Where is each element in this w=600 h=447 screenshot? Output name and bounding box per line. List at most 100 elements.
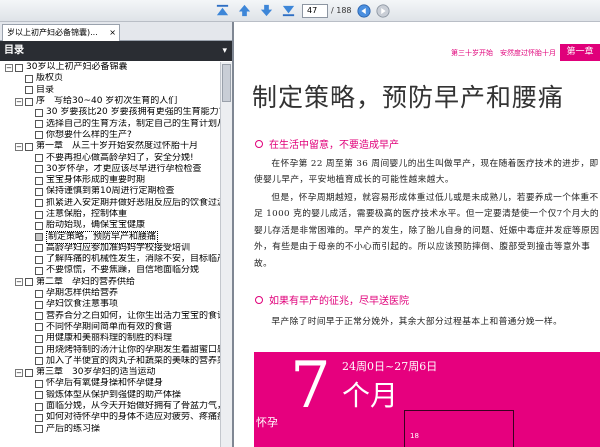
outline-item-label: 不要惊慌，不要焦躁，自信地面临分娩	[46, 265, 200, 276]
outline-checkbox[interactable]	[25, 97, 33, 106]
document-view: 第三十岁开始 安然度过怀胎十月 第一章 制定策略，预防早产和腰痛 在生活中留意，…	[236, 22, 600, 447]
outline-checkbox[interactable]	[35, 402, 43, 411]
outline-item[interactable]: 了解阵痛的机械性发生，消除不安，目标临产	[0, 254, 222, 265]
scrollbar-thumb[interactable]	[222, 64, 231, 102]
last-page-button[interactable]	[280, 2, 297, 19]
outline-checkbox[interactable]	[35, 323, 43, 332]
previous-page-button[interactable]	[236, 2, 253, 19]
outline-checkbox[interactable]	[25, 74, 33, 83]
panel-menu-icon[interactable]: ▾	[222, 41, 227, 61]
outline-item[interactable]: − 第二章 孕妇的营养供给	[0, 277, 222, 288]
outline-checkbox[interactable]	[35, 255, 43, 264]
outline-checkbox[interactable]	[35, 289, 43, 298]
outline-checkbox[interactable]	[35, 425, 43, 434]
outline-checkbox[interactable]	[35, 300, 43, 309]
outline-item[interactable]: 面临分娩，从今天开始做好拥有了骨盆力气，分	[0, 401, 222, 412]
go-forward-button[interactable]	[375, 3, 390, 18]
outline-checkbox[interactable]	[15, 63, 23, 72]
outline-item[interactable]: 宝宝身体形成的重要时期	[0, 175, 222, 186]
outline-panel: 岁以上初产妇必备锦囊)... × 目录 ▾ −30岁以上初产妇必备锦囊 版权页 目录…	[0, 22, 234, 447]
outline-item[interactable]: 怀孕后有氧健身操和怀孕健身	[0, 378, 222, 389]
outline-checkbox[interactable]	[35, 199, 43, 208]
collapse-toggle-icon[interactable]: −	[15, 368, 23, 377]
outline-checkbox[interactable]	[35, 379, 43, 388]
page-number-input[interactable]: 47	[302, 3, 328, 18]
outline-item[interactable]: 用烧烤特制的汤汁让你的孕期发生着甜蜜口感的料	[0, 344, 222, 355]
outline-item[interactable]: 加入了半便宜的肉丸子和蔬菜的美味的营养菜谱	[0, 356, 222, 367]
collapse-toggle-icon[interactable]: −	[5, 63, 13, 72]
outline-item-label: 制定策略，预防早产和腰痛	[46, 230, 159, 244]
outline-item[interactable]: 30 岁要孩比20 岁要孩拥有更强的生育能力?	[0, 107, 222, 118]
last-page-icon	[282, 5, 295, 17]
outline-checkbox[interactable]	[35, 334, 43, 343]
outline-item[interactable]: 目录	[0, 85, 222, 96]
outline-item[interactable]: 抓紧进入安定期并做好恶阻反应后的饮食过渡	[0, 198, 222, 209]
outline-item[interactable]: 选择自己的生育方法，制定自己的生育计划从了	[0, 118, 222, 129]
outline-item-label: 第三章 30岁孕妇的适当运动	[36, 367, 156, 378]
outline-item[interactable]: 不要惊慌，不要焦躁，自信地面临分娩	[0, 265, 222, 276]
outline-tree: − 30岁以上初产妇必备锦囊 版权页 目录 − 序 写给30~40 岁初次生育的人们 30 …	[0, 62, 222, 447]
outline-item[interactable]: 锻炼体型从保护到强健的助产体操	[0, 390, 222, 401]
outline-checkbox[interactable]	[35, 266, 43, 275]
outline-checkbox[interactable]	[35, 176, 43, 185]
outline-item[interactable]: 不同怀孕期间简单而有效的食谱	[0, 322, 222, 333]
outline-item[interactable]: 30岁怀孕，才更应该尽早进行孕检检查	[0, 164, 222, 175]
outline-item-label: 版权页	[36, 73, 64, 84]
outline-item[interactable]: − 第一章 从三十岁开始安然度过怀胎十月	[0, 141, 222, 152]
outline-item-label: 序 写给30~40 岁初次生育的人们	[36, 96, 178, 107]
outline-item-label: 孕期怎样供给营养	[46, 288, 119, 299]
outline-checkbox[interactable]	[35, 357, 43, 366]
outline-item[interactable]: − 30岁以上初产妇必备锦囊	[0, 62, 222, 73]
outline-item-label: 你想要什么样的生产?	[46, 129, 132, 140]
outline-checkbox[interactable]	[25, 142, 33, 151]
outline-checkbox[interactable]	[35, 312, 43, 321]
close-icon[interactable]: ×	[109, 25, 116, 40]
outline-checkbox[interactable]	[25, 368, 33, 377]
outline-item[interactable]: 保持谨慎到第10周进行定期检查	[0, 186, 222, 197]
outline-checkbox[interactable]	[35, 346, 43, 355]
outline-checkbox[interactable]	[35, 131, 43, 140]
outline-item[interactable]: 孕妇饮食注意事项	[0, 299, 222, 310]
outline-scrollbar[interactable]	[220, 62, 232, 447]
next-page-button[interactable]	[258, 2, 275, 19]
outline-checkbox[interactable]	[35, 413, 43, 422]
outline-item[interactable]: 高龄孕妇应参加准妈妈学校接受培训	[0, 243, 222, 254]
back-circle-icon	[356, 3, 371, 18]
outline-checkbox[interactable]	[35, 244, 43, 253]
outline-checkbox[interactable]	[35, 108, 43, 117]
outline-item[interactable]: 产后的练习操	[0, 424, 222, 435]
outline-checkbox[interactable]	[35, 154, 43, 163]
outline-checkbox[interactable]	[25, 86, 33, 95]
outline-checkbox[interactable]	[25, 278, 33, 287]
outline-item[interactable]: − 第三章 30岁孕妇的适当运动	[0, 367, 222, 378]
first-page-button[interactable]	[214, 2, 231, 19]
outline-checkbox[interactable]	[35, 187, 43, 196]
outline-item-label: 选择自己的生育方法，制定自己的生育计划从了	[46, 118, 222, 129]
collapse-toggle-icon[interactable]: −	[15, 142, 23, 151]
chapter-tab: 第一章	[560, 44, 600, 61]
outline-item[interactable]: 你想要什么样的生产?	[0, 130, 222, 141]
outline-item[interactable]: 如何对待怀孕中的身体不适应对疲劳、疼痛症状	[0, 412, 222, 423]
go-back-button[interactable]	[356, 3, 371, 18]
outline-item[interactable]: 用健康和美丽料理的制胜的料理	[0, 333, 222, 344]
outline-checkbox[interactable]	[35, 391, 43, 400]
outline-item-label: 锻炼体型从保护到强健的助产体操	[46, 389, 182, 400]
collapse-toggle-icon[interactable]: −	[15, 97, 23, 106]
collapse-toggle-icon[interactable]: −	[15, 278, 23, 287]
outline-item[interactable]: 营养合分之白如何，让你生出活力宝宝的食谱	[0, 311, 222, 322]
outline-checkbox[interactable]	[35, 120, 43, 129]
outline-checkbox[interactable]	[35, 210, 43, 219]
outline-item[interactable]: 孕期怎样供给营养	[0, 288, 222, 299]
banner-month-word: 个月	[342, 379, 399, 412]
outline-item[interactable]: − 序 写给30~40 岁初次生育的人们	[0, 96, 222, 107]
outline-item[interactable]: 不要再担心做高龄孕妇了，安全分娩!	[0, 152, 222, 163]
outline-checkbox[interactable]	[35, 221, 43, 230]
outline-item[interactable]: 注意保胎，控制体重	[0, 209, 222, 220]
document-tab[interactable]: 岁以上初产妇必备锦囊)... ×	[2, 24, 120, 41]
outline-checkbox[interactable]	[35, 233, 43, 242]
outline-item[interactable]: 制定策略，预防早产和腰痛	[0, 230, 222, 244]
outline-item-label: 抓紧进入安定期并做好恶阻反应后的饮食过渡	[46, 197, 222, 208]
outline-checkbox[interactable]	[35, 165, 43, 174]
outline-item[interactable]: 版权页	[0, 73, 222, 84]
outline-item-label: 保持谨慎到第10周进行定期检查	[46, 186, 175, 197]
